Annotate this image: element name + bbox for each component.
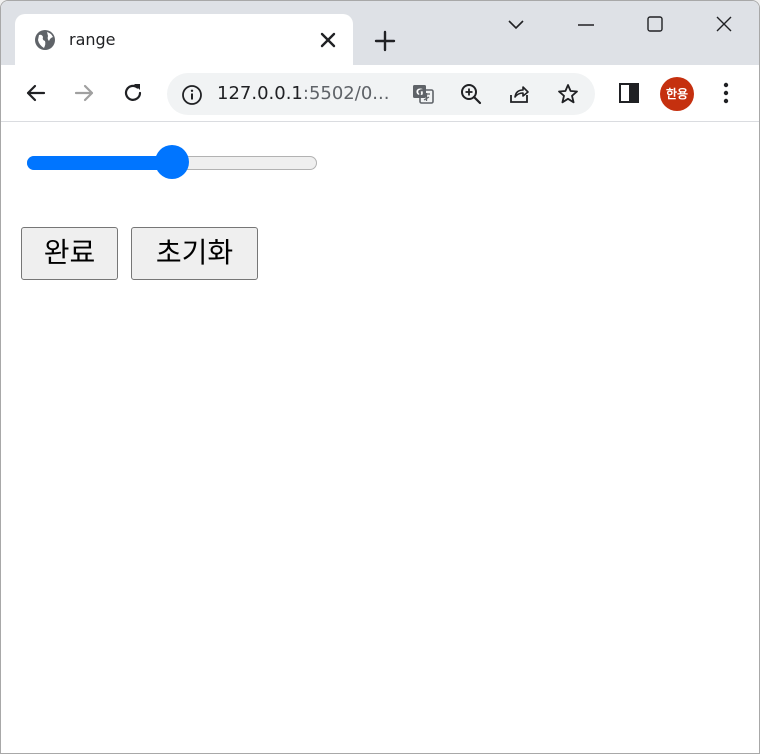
range-fill (27, 156, 172, 170)
browser-window: range 127.0.0.1:5502/0... G 한용 완료 초기화 (0, 0, 760, 754)
close-window-icon[interactable] (709, 11, 739, 39)
close-tab-icon[interactable] (317, 29, 339, 51)
bookmark-star-icon[interactable] (556, 82, 580, 106)
range-thumb[interactable] (155, 145, 189, 179)
range-slider[interactable] (25, 145, 319, 181)
tab-title: range (69, 30, 116, 49)
toolbar: 127.0.0.1:5502/0... G 한용 (1, 65, 759, 122)
zoom-icon[interactable] (459, 82, 483, 106)
forward-arrow-icon[interactable] (71, 80, 97, 106)
translate-icon[interactable]: G (411, 82, 435, 106)
address-bar[interactable]: 127.0.0.1:5502/0... G (167, 73, 595, 115)
reset-button[interactable]: 초기화 (131, 227, 258, 280)
tab-strip: range (1, 1, 759, 65)
globe-icon (34, 29, 56, 51)
share-icon[interactable] (507, 82, 531, 106)
maximize-icon[interactable] (640, 11, 670, 39)
menu-kebab-icon[interactable] (713, 80, 739, 106)
done-button[interactable]: 완료 (21, 227, 118, 280)
side-panel-icon[interactable] (616, 80, 642, 106)
reload-icon[interactable] (120, 80, 146, 106)
new-tab-icon[interactable] (373, 29, 397, 53)
profile-avatar[interactable]: 한용 (660, 77, 694, 111)
url-text[interactable]: 127.0.0.1:5502/0... (217, 83, 389, 104)
tab-search-icon[interactable] (501, 11, 531, 39)
minimize-icon[interactable] (571, 11, 601, 39)
url-path: :5502/0... (302, 83, 390, 104)
tab-range[interactable]: range (15, 14, 353, 65)
page-content: 완료 초기화 (1, 123, 759, 753)
url-host: 127.0.0.1 (217, 83, 303, 104)
info-icon[interactable] (181, 84, 203, 106)
back-arrow-icon[interactable] (23, 80, 49, 106)
